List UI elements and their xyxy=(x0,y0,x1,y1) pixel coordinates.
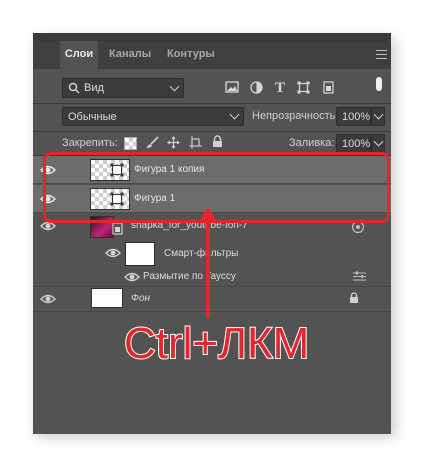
fill-label: Заливка: xyxy=(289,137,335,149)
chevron-down-icon xyxy=(229,109,240,120)
divider xyxy=(33,103,391,104)
image-icon[interactable] xyxy=(225,81,239,94)
opacity-value: 100% xyxy=(342,111,371,123)
filter-options-icon[interactable] xyxy=(353,271,366,282)
brush-icon[interactable] xyxy=(146,136,159,149)
lock-label: Закрепить: xyxy=(62,137,118,149)
filter-toggle-switch[interactable] xyxy=(376,77,382,91)
smart-object-icon[interactable] xyxy=(322,81,335,94)
fill-input[interactable]: 100% xyxy=(336,134,371,153)
tab-channels[interactable]: Каналы xyxy=(109,41,151,69)
blend-mode-value: Обычные xyxy=(68,111,117,123)
hotkey-annotation: Ctrl+ЛКМ xyxy=(123,318,310,369)
layers-panel: Слои Каналы Контуры Вид T Обычные Непроз… xyxy=(33,33,391,434)
layer-name[interactable]: Фон xyxy=(131,293,150,304)
layer-thumbnail xyxy=(91,288,123,308)
layer-row[interactable]: Фон xyxy=(33,287,391,311)
lock-all-icon[interactable] xyxy=(212,135,223,148)
adjustment-circle-icon[interactable] xyxy=(250,81,263,94)
panel-tabs: Слои Каналы Контуры xyxy=(33,41,391,69)
type-icon[interactable]: T xyxy=(273,81,287,96)
artboard-icon[interactable] xyxy=(189,136,202,149)
chevron-down-icon xyxy=(169,81,180,92)
lock-transparent-icon[interactable] xyxy=(124,137,137,150)
chevron-down-icon xyxy=(373,109,384,120)
eye-icon[interactable] xyxy=(40,291,56,307)
filter-row[interactable]: Размытие по Гауссу xyxy=(33,267,391,287)
eye-icon[interactable] xyxy=(105,245,121,261)
move-icon[interactable] xyxy=(167,136,180,149)
smart-filters-row[interactable]: Смарт-фильтры xyxy=(33,241,391,267)
smart-object-badge-icon xyxy=(112,222,123,235)
tab-paths[interactable]: Контуры xyxy=(167,41,215,69)
fill-value: 100% xyxy=(342,138,371,150)
layer-name[interactable]: Размытие по Гауссу xyxy=(143,271,236,282)
eye-icon[interactable] xyxy=(124,269,140,285)
shape-icon[interactable] xyxy=(297,81,310,94)
filter-kind-select[interactable]: Вид xyxy=(62,78,184,98)
tab-layers[interactable]: Слои xyxy=(60,41,98,69)
search-icon xyxy=(68,82,80,94)
fill-slider-button[interactable] xyxy=(371,134,385,153)
panel-menu-icon[interactable] xyxy=(376,50,387,59)
chevron-down-icon xyxy=(373,136,384,147)
annotation-arrow-head xyxy=(198,207,218,223)
opacity-slider-button[interactable] xyxy=(371,107,385,126)
filter-kind-value: Вид xyxy=(84,82,104,94)
lock-icon xyxy=(350,292,358,303)
filter-mask-thumbnail xyxy=(125,242,155,266)
opacity-label: Непрозрачность: xyxy=(252,110,339,122)
divider xyxy=(33,311,391,312)
divider xyxy=(33,131,391,132)
panel-top-strip xyxy=(33,33,391,41)
layer-name[interactable]: Смарт-фильтры xyxy=(164,248,238,259)
blend-mode-select[interactable]: Обычные xyxy=(62,107,244,126)
annotation-arrow xyxy=(206,220,210,318)
opacity-input[interactable]: 100% xyxy=(336,107,371,126)
